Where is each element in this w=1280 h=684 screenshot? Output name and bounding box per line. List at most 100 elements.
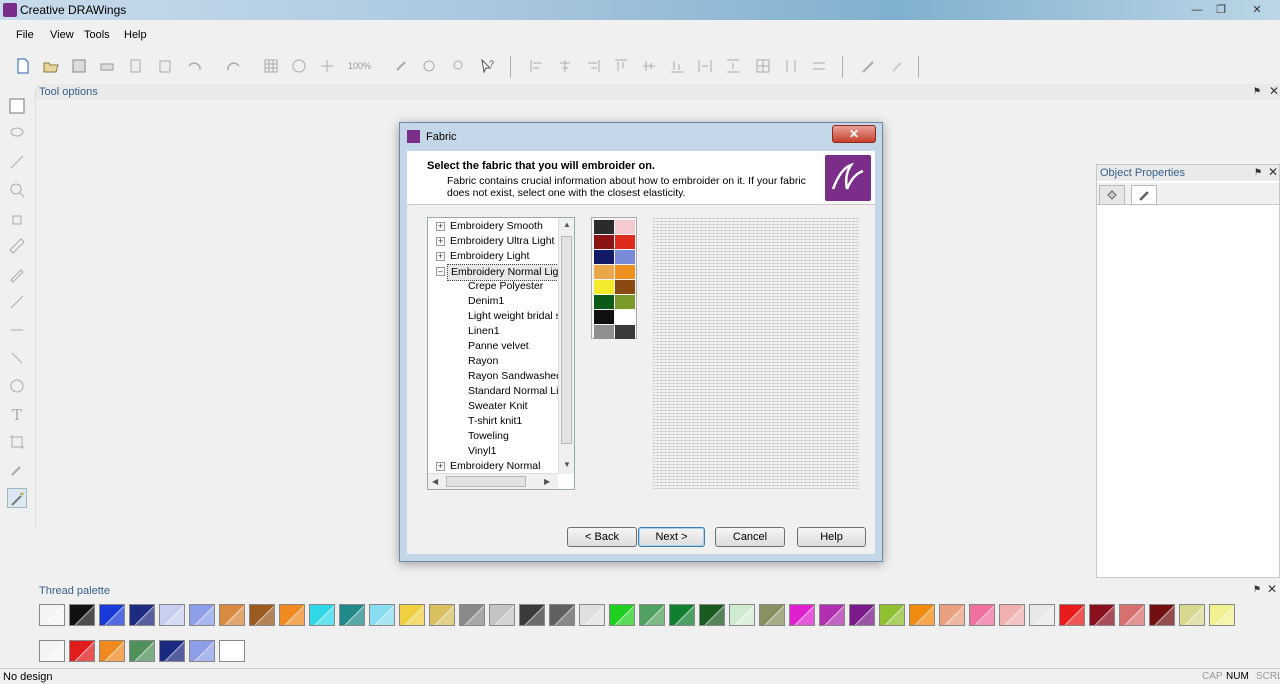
thread-swatch[interactable] [609, 604, 635, 626]
expand-icon[interactable]: + [436, 237, 445, 246]
thread-swatch[interactable] [189, 640, 215, 662]
thread-swatch[interactable] [339, 604, 365, 626]
tree-item[interactable]: Vinyl1 [468, 444, 558, 459]
thread-swatch[interactable] [219, 604, 245, 626]
thread-swatch[interactable] [399, 604, 425, 626]
thread-swatch[interactable] [429, 604, 455, 626]
tree-item[interactable]: Toweling [468, 429, 558, 444]
save-icon[interactable] [70, 57, 88, 75]
restore-button[interactable]: ❐ [1208, 2, 1234, 18]
thread-swatch[interactable] [1089, 604, 1115, 626]
tree-item[interactable]: Rayon [468, 354, 558, 369]
grid-icon[interactable] [262, 57, 280, 75]
align-center-icon[interactable] [556, 57, 574, 75]
thread-swatch[interactable] [459, 604, 485, 626]
fill-bucket-icon[interactable] [1099, 185, 1125, 205]
thread-swatch[interactable] [1029, 604, 1055, 626]
tree-group[interactable]: + Embroidery Ultra Light [428, 234, 558, 249]
thread-swatch[interactable] [189, 604, 215, 626]
tree-item[interactable]: Linen1 [468, 324, 558, 339]
thread-swatch[interactable] [489, 604, 515, 626]
thread-swatch[interactable] [969, 604, 995, 626]
scroll-right-icon[interactable]: ▶ [544, 477, 550, 486]
tree-group[interactable]: + Embroidery Smooth [428, 219, 558, 234]
thread-swatch[interactable] [279, 604, 305, 626]
unlink-icon[interactable] [420, 57, 438, 75]
minimize-button[interactable]: — [1184, 2, 1210, 18]
thread-swatch[interactable] [219, 640, 245, 662]
help-cursor-icon[interactable]: ? [478, 57, 496, 75]
open-file-icon[interactable] [42, 57, 60, 75]
thread-swatch[interactable] [939, 604, 965, 626]
link-icon[interactable] [392, 57, 410, 75]
thread-swatch[interactable] [549, 604, 575, 626]
tree-group[interactable]: + Embroidery Light [428, 249, 558, 264]
cancel-button[interactable]: Cancel [715, 527, 785, 547]
lasso-icon[interactable] [7, 124, 27, 144]
close-panel-icon[interactable]: ✕ [1266, 583, 1278, 595]
thread-swatch[interactable] [699, 604, 725, 626]
thread-swatch[interactable] [1179, 604, 1205, 626]
help-button[interactable]: Help [797, 527, 866, 547]
thread-swatch[interactable] [639, 604, 665, 626]
thread-swatch[interactable] [1119, 604, 1145, 626]
zoom-level[interactable]: 100% [348, 61, 371, 71]
tree-item[interactable]: Denim1 [468, 294, 558, 309]
thread-swatch[interactable] [849, 604, 875, 626]
distribute-h-icon[interactable] [696, 57, 714, 75]
tree-group[interactable]: + Embroidery Normal [428, 459, 558, 474]
select-rectangle-icon[interactable] [7, 96, 27, 116]
pen-icon[interactable] [7, 292, 27, 312]
tree-item[interactable]: Panne velvet [468, 339, 558, 354]
spacing-icon[interactable] [782, 57, 800, 75]
tree-item[interactable]: Light weight bridal s [468, 309, 558, 324]
fill-icon[interactable] [7, 348, 27, 368]
thread-swatch[interactable] [129, 640, 155, 662]
tree-item[interactable]: T-shirt knit1 [468, 414, 558, 429]
undo-icon[interactable] [186, 57, 204, 75]
ruler-icon[interactable] [7, 236, 27, 256]
thread-swatch[interactable] [759, 604, 785, 626]
magic-wand-icon[interactable] [7, 488, 27, 508]
fabric-tree[interactable]: + Embroidery Smooth + Embroidery Ultra Ligh… [427, 217, 575, 490]
thread-swatch[interactable] [99, 640, 125, 662]
thread-swatch[interactable] [669, 604, 695, 626]
tree-item[interactable]: Standard Normal Lig [468, 384, 558, 399]
next-button[interactable]: Next > [638, 527, 705, 547]
pan-hand-icon[interactable] [7, 208, 27, 228]
thread-swatch[interactable] [879, 604, 905, 626]
back-button[interactable]: < Back [567, 527, 637, 547]
zoom-in-icon[interactable] [7, 180, 27, 200]
copy-icon[interactable] [126, 57, 144, 75]
expand-icon[interactable]: + [436, 462, 445, 471]
print-icon[interactable] [98, 57, 116, 75]
pen-tool-icon[interactable] [860, 57, 878, 75]
thread-swatch[interactable] [909, 604, 935, 626]
thread-swatch[interactable] [69, 640, 95, 662]
thread-swatch[interactable] [729, 604, 755, 626]
close-window-button[interactable]: ✕ [1244, 2, 1270, 18]
close-panel-icon[interactable]: ✕ [1268, 85, 1280, 97]
tree-item[interactable]: Crepe Polyester [468, 279, 558, 294]
pin-icon[interactable]: ⚑ [1254, 167, 1264, 177]
thread-swatch[interactable] [1149, 604, 1175, 626]
thread-swatch[interactable] [249, 604, 275, 626]
align-left-icon[interactable] [528, 57, 546, 75]
align-top-icon[interactable] [612, 57, 630, 75]
scroll-up-icon[interactable]: ▲ [563, 220, 571, 229]
thread-swatch[interactable] [69, 604, 95, 626]
thread-swatch[interactable] [1209, 604, 1235, 626]
thread-swatch[interactable] [369, 604, 395, 626]
search-icon[interactable] [450, 57, 468, 75]
thread-swatch[interactable] [309, 604, 335, 626]
expand-icon[interactable]: + [436, 222, 445, 231]
menu-view[interactable]: View [50, 29, 74, 41]
eyedropper-icon[interactable] [7, 460, 27, 480]
paste-icon[interactable] [156, 57, 174, 75]
text-tool-icon[interactable]: T [7, 404, 27, 424]
vertical-scroll-thumb[interactable] [561, 236, 572, 444]
expand-icon[interactable]: + [436, 252, 445, 261]
thread-swatch[interactable] [159, 640, 185, 662]
outline-pen-icon[interactable] [1131, 185, 1157, 205]
scroll-left-icon[interactable]: ◀ [432, 477, 438, 486]
